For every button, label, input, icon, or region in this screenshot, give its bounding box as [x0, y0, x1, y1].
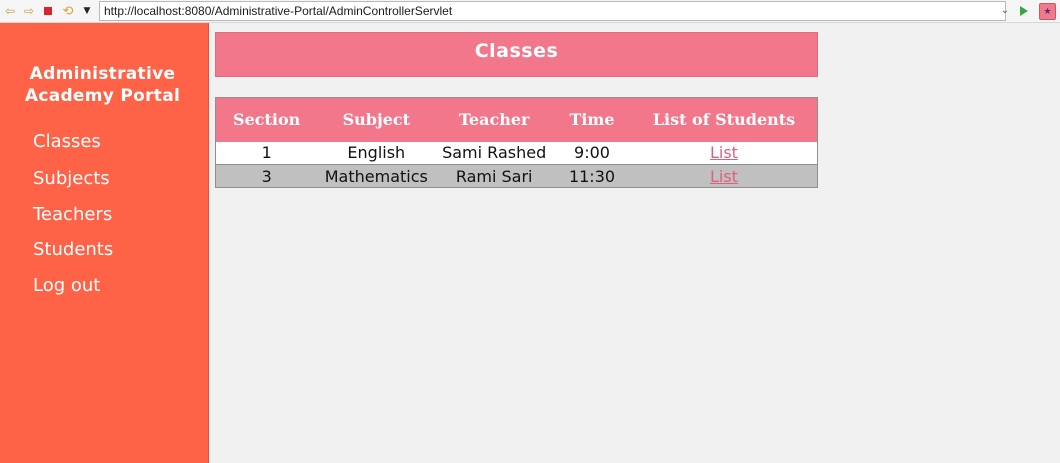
refresh-icon[interactable]: ⟲ [60, 3, 76, 19]
column-header-teacher: Teacher [458, 110, 530, 130]
cell-teacher: Sami Rashed [442, 143, 547, 163]
sidebar-item-students[interactable]: Students [33, 239, 113, 261]
brand-line-2: Academy Portal [24, 86, 181, 106]
page-title: Classes [215, 32, 818, 77]
cell-time: 11:30 [568, 166, 616, 186]
forward-arrow-icon[interactable]: ⇨ [21, 3, 37, 19]
extension-icon[interactable]: ★ [1039, 3, 1056, 20]
sidebar-item-subjects[interactable]: Subjects [33, 168, 110, 190]
url-input[interactable]: http://localhost:8080/Administrative-Por… [99, 1, 1006, 21]
stop-icon[interactable] [40, 3, 56, 19]
browser-toolbar: ⇦ ⇨ ⟲ ▼ http://localhost:8080/Administra… [0, 0, 1060, 23]
column-header-section: Section [233, 110, 301, 130]
student-list-link[interactable]: List [710, 167, 738, 186]
cell-subject: Mathematics [324, 166, 428, 186]
cell-time: 9:00 [574, 143, 610, 163]
cell-list: List [631, 165, 818, 188]
sidebar-item-classes[interactable]: Classes [33, 131, 101, 153]
column-header-time: Time [569, 110, 615, 130]
brand-title: Administrative Academy Portal [0, 63, 205, 107]
student-list-link[interactable]: List [710, 143, 738, 162]
brand-line-1: Administrative [29, 64, 176, 84]
sidebar: Administrative Academy Portal Classes Su… [0, 23, 209, 463]
url-dropdown-icon[interactable]: ⌄ [997, 3, 1013, 19]
cell-subject: English [347, 143, 406, 163]
table-row: 1 English Sami Rashed 9:00 List [215, 141, 818, 165]
cell-section: 3 [261, 166, 272, 186]
cell-teacher: Rami Sari [455, 166, 533, 186]
menu-dropdown-icon[interactable]: ▼ [79, 3, 95, 19]
cell-section: 1 [261, 143, 272, 163]
table-header-row: Section Subject Teacher Time List of Stu… [215, 97, 818, 142]
back-arrow-icon[interactable]: ⇦ [2, 3, 18, 19]
column-header-subject: Subject [342, 110, 411, 130]
cell-list: List [631, 142, 818, 165]
sidebar-item-logout[interactable]: Log out [33, 275, 100, 297]
sidebar-item-teachers[interactable]: Teachers [33, 204, 112, 226]
classes-table: Section Subject Teacher Time List of Stu… [215, 97, 818, 188]
go-icon[interactable] [1016, 3, 1032, 19]
column-header-list-of-students: List of Students [652, 110, 796, 130]
table-row: 3 Mathematics Rami Sari 11:30 List [215, 164, 818, 188]
